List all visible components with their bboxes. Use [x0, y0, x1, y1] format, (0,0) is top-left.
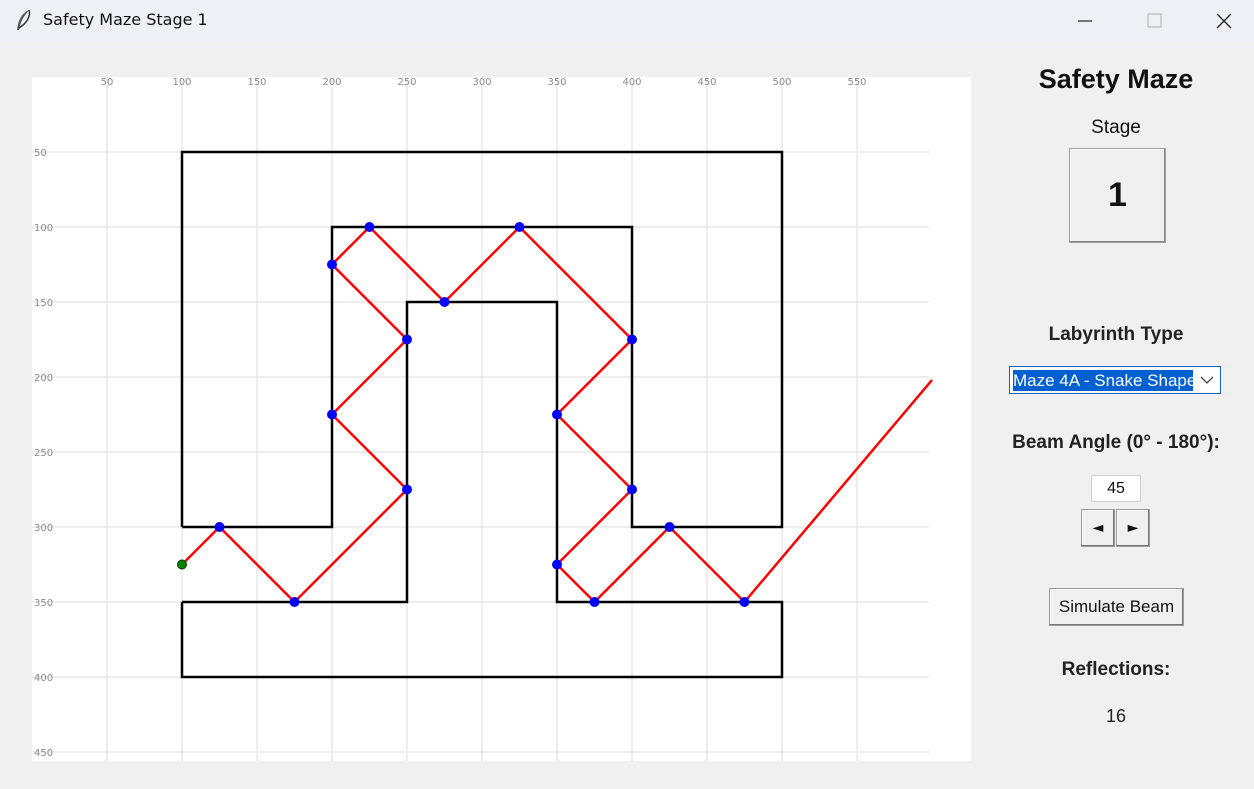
control-panel: Safety Maze Stage 1 Labyrinth Type Maze … — [990, 42, 1254, 789]
close-button[interactable] — [1201, 0, 1247, 42]
x-tick-label: 150 — [247, 77, 266, 88]
reflection-point — [327, 409, 337, 420]
reflection-points — [177, 222, 750, 607]
y-tick-label: 400 — [34, 673, 53, 684]
x-tick-label: 400 — [622, 77, 641, 88]
minimize-icon — [1078, 20, 1092, 22]
maximize-icon — [1147, 13, 1162, 28]
x-tick-label: 250 — [397, 77, 416, 88]
panel-heading: Safety Maze — [1038, 64, 1194, 94]
reflection-point — [552, 559, 562, 570]
beam-angle-input[interactable]: 45 — [1091, 475, 1141, 502]
maximize-button[interactable] — [1131, 0, 1177, 42]
increase-angle-button[interactable]: ► — [1116, 509, 1150, 547]
x-tick-label: 550 — [847, 77, 866, 88]
labyrinth-type-label: Labyrinth Type — [1048, 324, 1184, 345]
beam-origin-point — [177, 559, 187, 570]
x-tick-label: 500 — [772, 77, 791, 88]
reflection-point — [514, 222, 525, 232]
reflection-point — [552, 409, 562, 420]
reflection-point — [439, 297, 450, 307]
reflection-point — [289, 597, 300, 607]
y-tick-label: 50 — [34, 148, 47, 159]
x-tick-label: 50 — [101, 77, 114, 88]
decrease-angle-button[interactable]: ◄ — [1081, 509, 1115, 547]
y-tick-label: 200 — [34, 373, 53, 384]
feather-icon — [17, 9, 31, 30]
x-tick-label: 100 — [172, 77, 191, 88]
close-icon — [1216, 13, 1232, 29]
reflection-point — [627, 484, 637, 495]
reflections-label: Reflections: — [1061, 659, 1171, 680]
reflection-point — [214, 522, 225, 532]
maze-canvas[interactable]: 50 100 150 200 250 300 350 400 450 500 550 50 100 150… — [32, 77, 971, 761]
title-bar: Safety Maze Stage 1 — [0, 0, 1254, 42]
reflection-point — [327, 259, 337, 270]
chevron-down-icon — [1200, 376, 1214, 384]
reflection-point — [402, 484, 412, 495]
stage-display: 1 — [1069, 148, 1166, 243]
beam-angle-label: Beam Angle (0° - 180°): — [1012, 432, 1220, 453]
y-tick-label: 450 — [34, 748, 53, 759]
y-tick-label: 250 — [34, 448, 53, 459]
reflection-point — [664, 522, 675, 532]
stage-label: Stage — [1091, 117, 1141, 138]
x-tick-label: 200 — [322, 77, 341, 88]
labyrinth-type-value: Maze 4A - Snake Shape — [1013, 370, 1193, 391]
y-tick-label: 350 — [34, 598, 53, 609]
y-tick-label: 300 — [34, 523, 53, 534]
x-tick-label: 350 — [547, 77, 566, 88]
grid-lines — [32, 77, 929, 761]
x-tick-label: 450 — [697, 77, 716, 88]
y-tick-label: 150 — [34, 298, 53, 309]
window-title: Safety Maze Stage 1 — [43, 10, 208, 29]
reflection-point — [402, 334, 412, 345]
tick-labels: 50 100 150 200 250 300 350 400 450 500 550 50 100 150… — [34, 77, 867, 759]
reflection-point — [627, 334, 637, 345]
minimize-button[interactable] — [1062, 0, 1108, 42]
labyrinth-type-select[interactable]: Maze 4A - Snake Shape — [1009, 366, 1221, 394]
x-tick-label: 300 — [472, 77, 491, 88]
reflection-point — [739, 597, 750, 607]
y-tick-label: 100 — [34, 223, 53, 234]
reflection-point — [589, 597, 600, 607]
maze-drawing: 50 100 150 200 250 300 350 400 450 500 550 50 100 150… — [32, 77, 933, 761]
simulate-beam-button[interactable]: Simulate Beam — [1049, 588, 1184, 626]
reflections-count: 16 — [1105, 706, 1127, 726]
reflection-point — [364, 222, 375, 232]
